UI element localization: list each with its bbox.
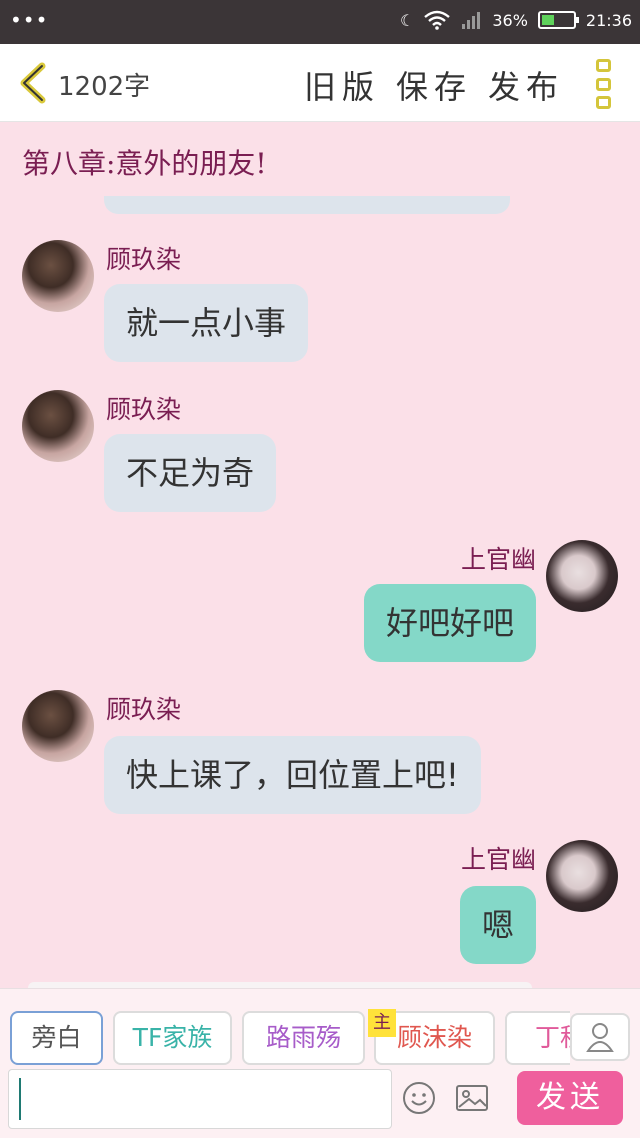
back-arrow-icon[interactable] xyxy=(16,62,50,104)
clock: 21:36 xyxy=(585,10,632,30)
avatar[interactable] xyxy=(22,390,94,462)
word-count: 1202字 xyxy=(58,72,151,102)
message-input[interactable] xyxy=(8,1069,392,1129)
message-bubble[interactable]: 嗯 xyxy=(459,886,536,964)
chapter-title: 第八章:意外的朋友! xyxy=(22,147,267,180)
sender-name: 上官幽 xyxy=(460,845,536,874)
message-bubble[interactable]: 好吧好吧 xyxy=(363,584,536,662)
role-tab-narrator[interactable]: 旁白 xyxy=(10,1011,103,1065)
avatar[interactable] xyxy=(546,540,618,612)
battery-percent: 36% xyxy=(492,10,528,30)
message-bubble[interactable]: 快上课了，回位置上吧! xyxy=(104,736,481,814)
message-bubble[interactable]: 不足为奇 xyxy=(104,434,277,512)
more-dots-icon: ••• xyxy=(10,8,49,32)
sender-name: 上官幽 xyxy=(460,545,536,574)
role-tab-lu-yushang[interactable]: 路雨殇 xyxy=(242,1011,365,1065)
emoji-icon[interactable] xyxy=(402,1081,436,1115)
status-bar: ••• ☾ 36% 21:36 xyxy=(0,0,640,44)
role-selector: 旁白 TF家族 路雨殇 顾沫染 丁程 xyxy=(10,1011,570,1065)
text-caret xyxy=(19,1078,21,1120)
avatar[interactable] xyxy=(22,240,94,312)
message-bubble[interactable]: 就一点小事 xyxy=(104,284,309,362)
sender-name: 顾玖染 xyxy=(106,395,182,424)
old-version-button[interactable]: 旧版 xyxy=(304,62,380,108)
user-icon xyxy=(586,1023,614,1052)
main-role-badge: 主 xyxy=(368,1009,396,1037)
previous-bubble-edge xyxy=(104,196,510,214)
sender-name: 顾玖染 xyxy=(106,695,182,724)
composer-bar: 旁白 TF家族 路雨殇 顾沫染 丁程 主 发送 xyxy=(0,988,640,1138)
save-button[interactable]: 保存 xyxy=(396,62,472,108)
character-manage-button[interactable] xyxy=(570,1013,630,1061)
publish-button[interactable]: 发布 xyxy=(488,62,564,108)
editor-header: 1202字 旧版 保存 发布 xyxy=(0,44,640,122)
sender-name: 顾玖染 xyxy=(106,245,182,274)
battery-icon xyxy=(537,11,579,29)
wifi-icon xyxy=(424,10,451,30)
send-button[interactable]: 发送 xyxy=(517,1071,623,1125)
role-tab-ding-cheng[interactable]: 丁程 xyxy=(505,1011,570,1065)
avatar[interactable] xyxy=(22,690,94,762)
status-icons: ☾ 36% 21:36 xyxy=(400,10,632,30)
menu-icon[interactable] xyxy=(596,59,612,109)
image-icon[interactable] xyxy=(455,1081,489,1115)
signal-icon xyxy=(462,12,481,29)
moon-icon: ☾ xyxy=(399,10,415,30)
avatar[interactable] xyxy=(546,840,618,912)
role-tab-tf-family[interactable]: TF家族 xyxy=(113,1011,232,1065)
